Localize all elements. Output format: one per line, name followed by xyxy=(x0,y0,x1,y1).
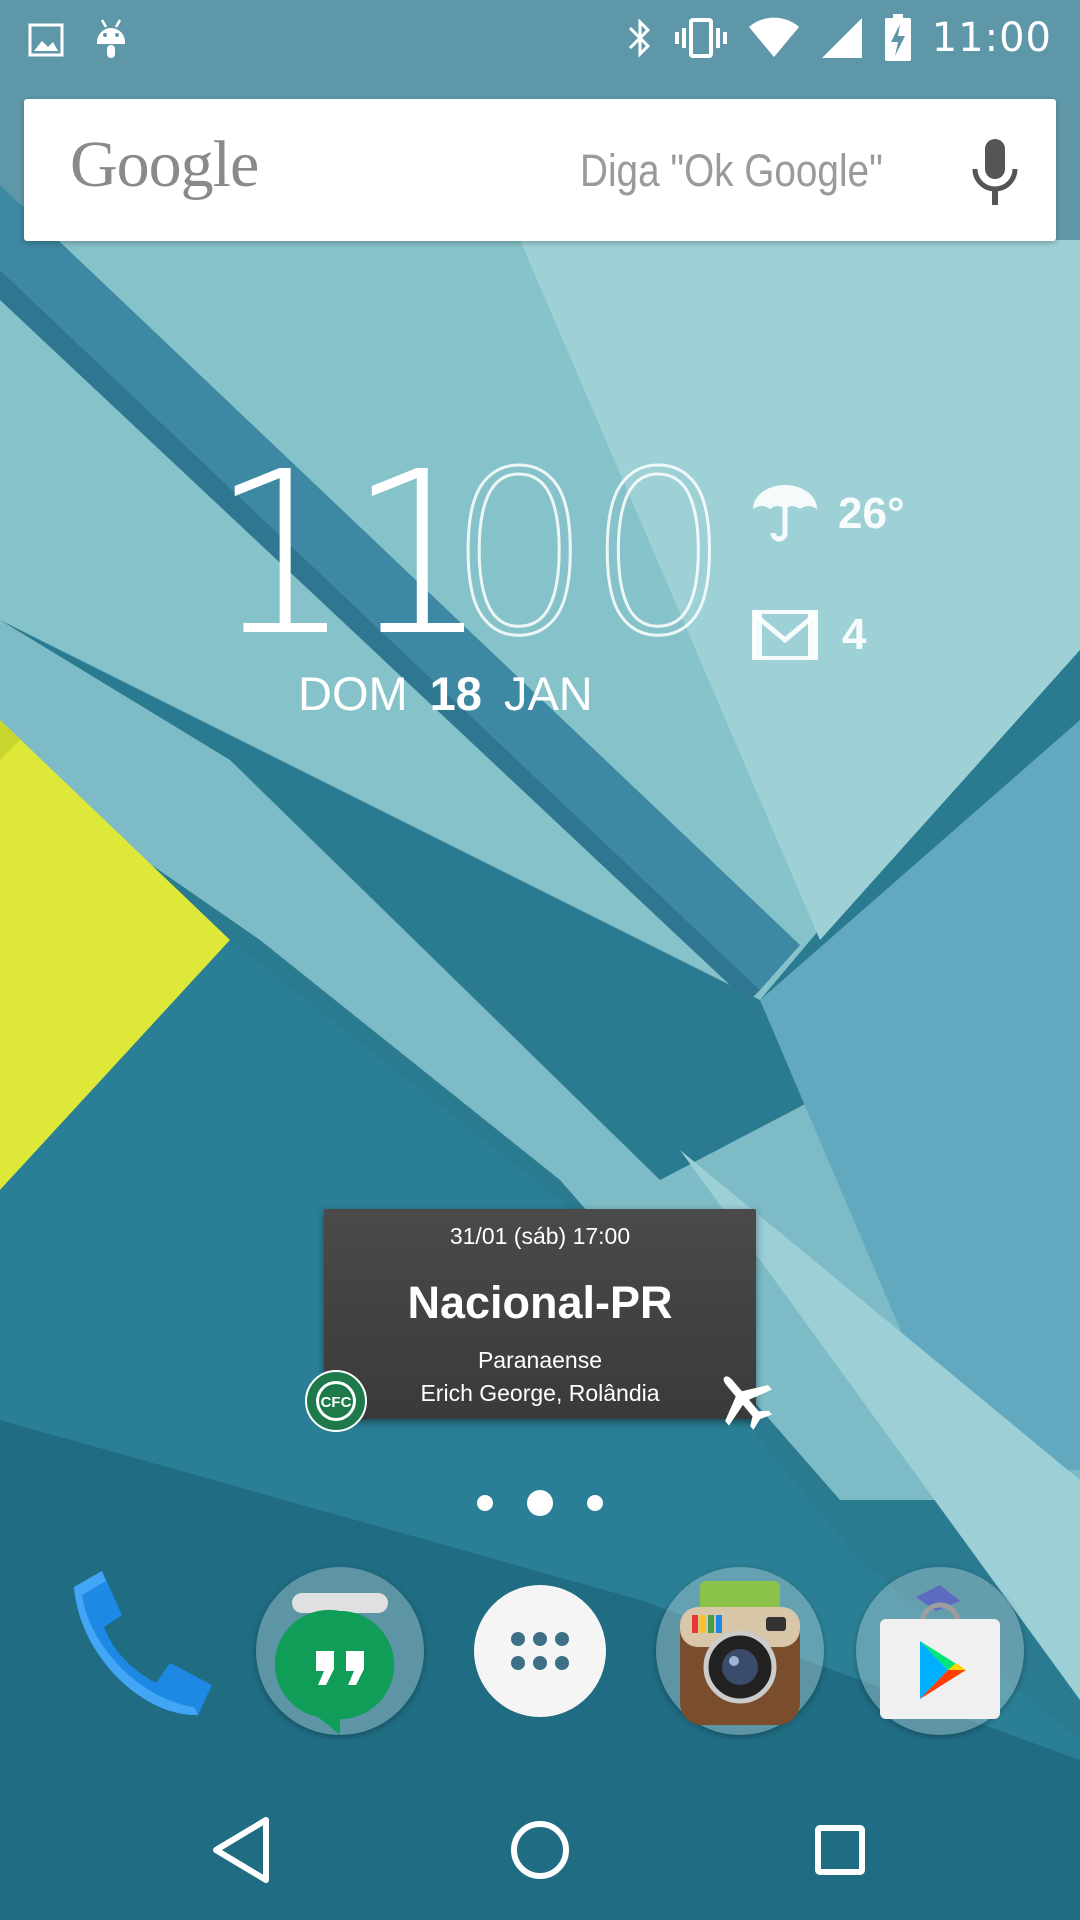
page-dot[interactable] xyxy=(477,1495,493,1511)
page-dot-active[interactable] xyxy=(527,1490,553,1516)
gmail-icon xyxy=(752,610,818,660)
recents-icon[interactable] xyxy=(800,1810,880,1890)
back-icon[interactable] xyxy=(202,1810,282,1890)
match-opponent: Nacional-PR xyxy=(407,1277,673,1328)
status-bar: 11:00 xyxy=(0,0,1080,75)
instagram-icon xyxy=(680,1581,800,1725)
system-status-icons: 11:00 xyxy=(626,6,1052,70)
status-time: 11:00 xyxy=(931,15,1052,61)
clock-hours: 11 xyxy=(210,424,490,686)
mic-icon[interactable] xyxy=(969,137,1021,209)
clock-minutes: 00 xyxy=(446,424,731,686)
hangouts-icon xyxy=(274,1593,394,1735)
android-icon xyxy=(97,19,125,58)
bluetooth-icon xyxy=(628,18,650,58)
instagram-folder-icon[interactable] xyxy=(656,1567,824,1735)
umbrella-icon xyxy=(753,485,817,542)
clock-date[interactable]: DOM 18 JAN xyxy=(298,666,593,721)
date-weekday: DOM xyxy=(298,667,408,720)
temperature: 26° xyxy=(838,489,905,538)
airplane-icon xyxy=(723,1376,772,1430)
play-store-icon xyxy=(880,1585,1000,1719)
wifi-icon xyxy=(748,17,799,57)
team-badge-text: CFC xyxy=(321,1394,352,1411)
team-badge-icon: CFC xyxy=(305,1370,367,1432)
image-icon xyxy=(28,23,64,57)
vibrate-icon xyxy=(674,18,727,58)
match-competition: Paranaense xyxy=(477,1347,603,1373)
date-day: 18 xyxy=(429,667,482,720)
app-drawer-icon[interactable] xyxy=(456,1567,624,1735)
weather-indicator[interactable]: 26° xyxy=(750,483,905,545)
navigation-bar xyxy=(0,1780,1080,1920)
home-icon[interactable] xyxy=(500,1810,580,1890)
play-store-folder-icon[interactable] xyxy=(856,1567,1024,1735)
page-indicator xyxy=(0,1490,1080,1516)
notification-icons xyxy=(28,10,128,70)
signal-icon xyxy=(821,18,862,58)
unread-mail-count: 4 xyxy=(842,610,867,659)
hangouts-folder-icon[interactable] xyxy=(256,1567,424,1735)
battery-charging-icon xyxy=(884,14,911,61)
page-dot[interactable] xyxy=(587,1495,603,1511)
date-month: JAN xyxy=(503,667,593,720)
gmail-indicator[interactable]: 4 xyxy=(752,610,866,660)
next-match-widget[interactable]: 31/01 (sáb) 17:00 Nacional-PR Paranaense… xyxy=(324,1209,756,1419)
google-logo: Google xyxy=(70,128,259,201)
google-search-bar[interactable]: Google Diga "Ok Google" xyxy=(24,99,1056,241)
match-datetime: 31/01 (sáb) 17:00 xyxy=(449,1223,631,1249)
match-venue: Erich George, Rolândia xyxy=(420,1380,660,1406)
phone-icon[interactable] xyxy=(60,1567,228,1735)
search-hint: Diga "Ok Google" xyxy=(580,145,883,196)
